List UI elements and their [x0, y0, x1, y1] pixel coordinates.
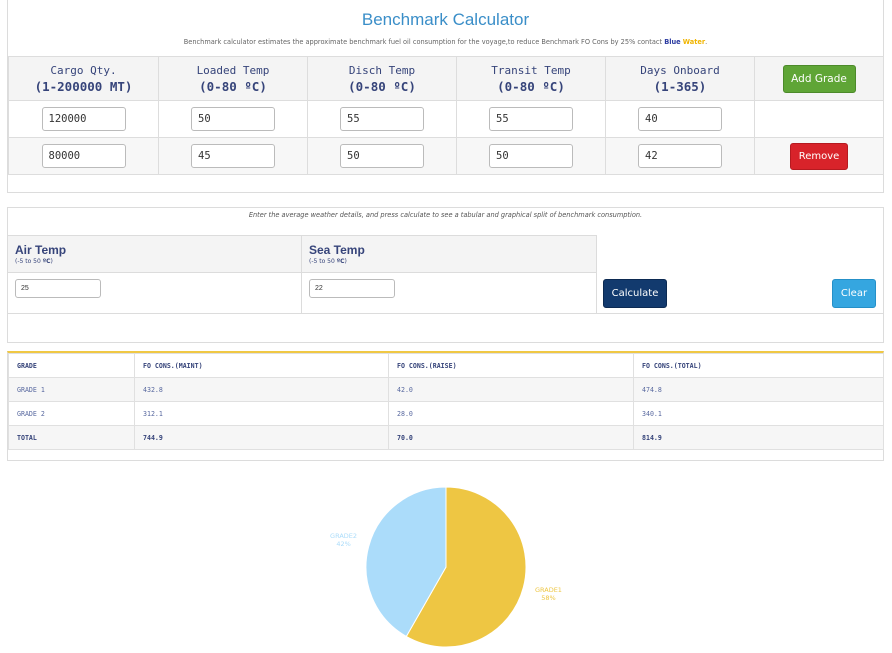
days-onboard-input[interactable]: [638, 144, 722, 168]
sea-range-text: (-5 to 50: [309, 258, 337, 265]
cell: [456, 137, 606, 175]
sea-range-close: ): [344, 258, 347, 265]
col-transit-temp: Transit Temp (0-80 ºC): [456, 56, 606, 101]
total-total-cell: 814.9: [633, 425, 884, 450]
pie-percent-grade2: 42%: [336, 540, 350, 548]
remove-grade-button[interactable]: Remove: [790, 142, 848, 170]
col-range: (0-80 ºC): [497, 78, 565, 94]
cell: [158, 100, 308, 138]
cell: [307, 100, 457, 138]
grades-panel: Benchmark Calculator Benchmark calculato…: [7, 0, 884, 193]
air-temp-input[interactable]: [15, 279, 101, 298]
cell: [158, 137, 308, 175]
col-range: (1-200000 MT): [34, 78, 133, 94]
transit-temp-input[interactable]: [489, 107, 573, 131]
air-temp-header: Air Temp (-5 to 50 ºC): [8, 235, 302, 273]
table-row: GRADE 2 312.1 28.0 340.1: [8, 401, 884, 426]
fo-raise-cell: 42.0: [388, 377, 634, 402]
cell: [605, 100, 755, 138]
sea-temp-label: Sea Temp: [309, 243, 365, 257]
col-label: Cargo Qty.: [50, 63, 117, 77]
col-range: (0-80 ºC): [199, 78, 267, 94]
col-label: Days Onboard: [640, 63, 720, 77]
cell: [307, 137, 457, 175]
col-label: Disch Temp: [348, 63, 416, 77]
col-range: (1-365): [653, 78, 707, 94]
air-range-close: ): [50, 258, 53, 265]
cell: [8, 137, 159, 175]
sea-temp-cell: [302, 273, 597, 314]
air-temp-label: Air Temp: [15, 243, 67, 257]
add-grade-button[interactable]: Add Grade: [782, 64, 856, 93]
page-subtitle: Benchmark calculator estimates the appro…: [8, 38, 883, 46]
air-range-unit: ºC: [42, 258, 51, 265]
total-raise-cell: 70.0: [388, 425, 634, 450]
cell-actions: Remove: [754, 137, 884, 175]
subtitle-end: .: [705, 38, 708, 46]
brand-blue: Blue: [664, 38, 681, 46]
sea-temp-range: (-5 to 50 ºC): [309, 258, 347, 265]
page-title: Benchmark Calculator: [361, 10, 530, 29]
results-header-row: GRADE FO CONS.(MAINT) FO CONS.(RAISE) FO…: [8, 353, 884, 378]
days-onboard-input[interactable]: [638, 107, 722, 131]
col-range: (0-80 ºC): [348, 78, 416, 94]
consumption-pie-chart: GRADE158% GRADE242%: [330, 486, 562, 648]
brand-water: Water: [682, 38, 706, 46]
grades-header-row: Cargo Qty. (1-200000 MT) Loaded Temp (0-80…: [8, 56, 884, 101]
col-days-onboard: Days Onboard (1-365): [605, 56, 755, 101]
cell: [456, 100, 606, 138]
air-range-text: (-5 to 50: [15, 258, 43, 265]
subtitle-text: Benchmark calculator estimates the appro…: [183, 38, 665, 46]
loaded-temp-input[interactable]: [191, 144, 275, 168]
table-row: GRADE 1 432.8 42.0 474.8: [8, 377, 884, 402]
col-disch-temp: Disch Temp (0-80 ºC): [307, 56, 457, 101]
total-row: TOTAL 744.9 70.0 814.9: [8, 425, 884, 450]
grades-table: Cargo Qty. (1-200000 MT) Loaded Temp (0-80…: [8, 56, 884, 175]
sea-temp-input[interactable]: [309, 279, 395, 298]
cell-actions: [754, 100, 884, 138]
results-table: GRADE FO CONS.(MAINT) FO CONS.(RAISE) FO…: [8, 353, 884, 450]
cell: [8, 100, 159, 138]
weather-panel: Enter the average weather details, and p…: [7, 207, 884, 343]
grade-cell: GRADE 2: [8, 401, 135, 426]
header-fo-raise: FO CONS.(RAISE): [388, 353, 634, 378]
col-cargo-qty: Cargo Qty. (1-200000 MT): [8, 56, 159, 101]
col-actions: Add Grade: [754, 56, 884, 101]
col-label: Transit Temp: [491, 63, 571, 77]
grade-row: [8, 100, 884, 138]
header-fo-maint: FO CONS.(MAINT): [134, 353, 389, 378]
disch-temp-input[interactable]: [340, 144, 424, 168]
air-temp-range: (-5 to 50 ºC): [15, 258, 53, 265]
calculate-button[interactable]: Calculate: [603, 279, 667, 308]
clear-button[interactable]: Clear: [832, 279, 876, 308]
loaded-temp-input[interactable]: [191, 107, 275, 131]
transit-temp-input[interactable]: [489, 144, 573, 168]
disch-temp-input[interactable]: [340, 107, 424, 131]
total-maint-cell: 744.9: [134, 425, 389, 450]
pie-label-grade1: GRADE1: [535, 586, 562, 594]
results-panel: GRADE FO CONS.(MAINT) FO CONS.(RAISE) FO…: [7, 351, 884, 461]
cargo-qty-input[interactable]: [41, 144, 126, 168]
cargo-qty-input[interactable]: [41, 107, 126, 131]
pie-label-grade2: GRADE2: [330, 532, 357, 540]
sea-temp-header: Sea Temp (-5 to 50 ºC): [302, 235, 597, 273]
total-label-cell: TOTAL: [8, 425, 135, 450]
grade-cell: GRADE 1: [8, 377, 135, 402]
col-loaded-temp: Loaded Temp (0-80 ºC): [158, 56, 308, 101]
cell: [605, 137, 755, 175]
sea-range-unit: ºC: [336, 258, 345, 265]
grade-row: Remove: [8, 137, 884, 175]
weather-instructions: Enter the average weather details, and p…: [248, 211, 643, 219]
weather-actions-cell: Calculate Clear: [597, 273, 883, 314]
air-temp-cell: [8, 273, 302, 314]
fo-raise-cell: 28.0: [388, 401, 634, 426]
header-grade: GRADE: [8, 353, 135, 378]
fo-maint-cell: 312.1: [134, 401, 389, 426]
fo-total-cell: 340.1: [633, 401, 884, 426]
header-fo-total: FO CONS.(TOTAL): [633, 353, 884, 378]
fo-maint-cell: 432.8: [134, 377, 389, 402]
col-label: Loaded Temp: [196, 63, 270, 77]
pie-percent-grade1: 58%: [541, 594, 555, 602]
fo-total-cell: 474.8: [633, 377, 884, 402]
